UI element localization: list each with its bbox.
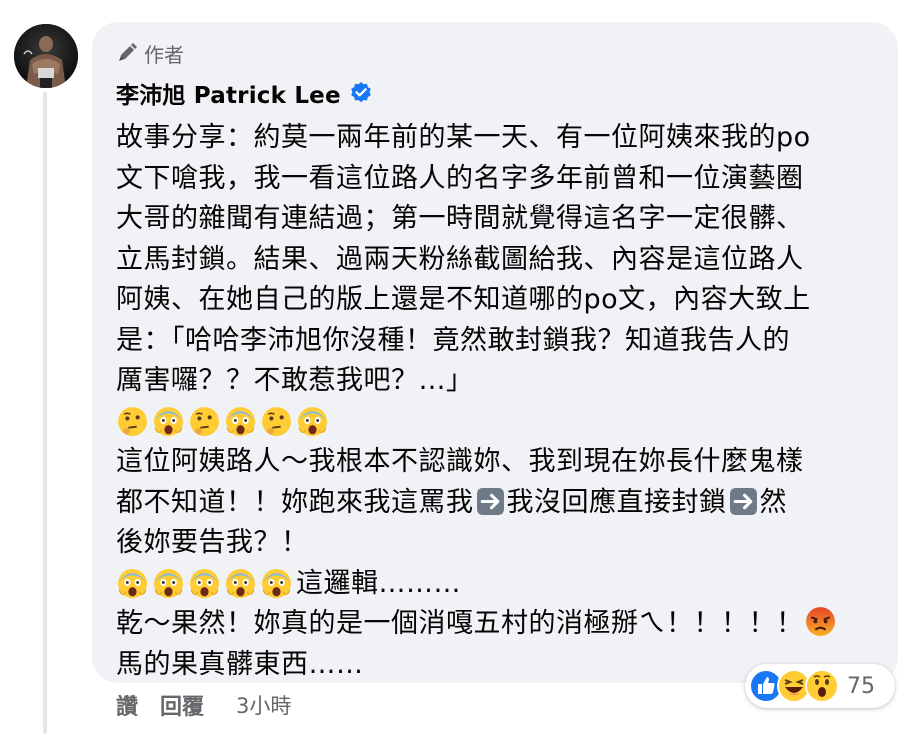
comment-line: 文下嗆我，我一看這位路人的名字多年前曾和一位演藝圈	[116, 162, 804, 194]
comment-text: 都不知道！！妳跑來我這罵我	[116, 486, 474, 518]
comment-body: 故事分享：約莫一兩年前的某一天、有一位阿姨來我的po 文下嗆我，我一看這位路人的…	[116, 118, 886, 685]
comment-line-with-arrows: 都不知道！！妳跑來我這罵我 我沒回應直接封鎖然	[116, 483, 886, 524]
avatar[interactable]	[14, 24, 78, 88]
screaming-face-icon	[190, 569, 219, 599]
thread-line	[43, 92, 47, 734]
author-badge: 作者	[116, 38, 184, 68]
wow-icon	[805, 669, 839, 703]
screaming-face-icon	[154, 407, 183, 437]
comment-actions: 讚 回覆 3小時	[116, 688, 291, 722]
comment-line: 阿姨、在她自己的版上還是不知道哪的po文，內容大致上	[116, 284, 811, 315]
verified-badge-icon	[350, 82, 371, 103]
comment-text: 然	[759, 486, 787, 518]
comment-line-with-emoji: 乾～果然！妳真的是一個消嘎五村的消極掰ㄟ！！！！！	[116, 604, 886, 645]
right-arrow-icon	[729, 487, 757, 515]
comment-line: 是：「哈哈李沛旭你沒種！竟然敢封鎖我？知道我告人的	[116, 324, 790, 356]
screaming-face-icon	[226, 569, 255, 599]
screaming-face-icon	[298, 407, 327, 437]
like-button[interactable]: 讚	[116, 689, 138, 721]
reply-button[interactable]: 回覆	[160, 689, 204, 721]
comment-line: 故事分享：約莫一兩年前的某一天、有一位阿姨來我的po	[116, 122, 811, 153]
angry-face-icon	[805, 607, 835, 636]
comment-line: 這位阿姨路人～我根本不認識妳、我到現在妳長什麼鬼樣	[116, 446, 804, 477]
author-badge-label: 作者	[144, 42, 184, 67]
author-row: 李沛旭 Patrick Lee	[116, 77, 373, 109]
reaction-count: 75	[847, 673, 875, 699]
comment-text: 這邏輯………	[296, 567, 461, 599]
thinking-face-icon	[190, 407, 219, 437]
emoji-row	[116, 402, 886, 443]
comment-line: 厲害囉？？不敢惹我吧？…」	[116, 365, 474, 396]
screaming-face-icon	[226, 407, 255, 437]
emoji-row: 這邏輯………	[116, 564, 886, 605]
comment-text: 我沒回應直接封鎖	[506, 486, 727, 518]
comment-line: 立馬封鎖。結果、過兩天粉絲截圖給我、內容是這位路人	[116, 243, 804, 275]
thinking-face-icon	[118, 407, 147, 437]
comment-line: 大哥的雜聞有連結過；第一時間就覺得這名字一定很髒、	[116, 203, 804, 234]
screaming-face-icon	[262, 569, 291, 599]
pen-icon	[119, 43, 137, 61]
screaming-face-icon	[154, 569, 183, 599]
author-name-link[interactable]: 李沛旭 Patrick Lee	[116, 76, 341, 110]
comment-line: 後妳要告我？！	[116, 527, 309, 558]
thinking-face-icon	[262, 407, 291, 437]
reactions-summary[interactable]: 75	[745, 664, 895, 708]
timestamp-link[interactable]: 3小時	[236, 690, 291, 720]
avatar-image	[14, 24, 78, 88]
comment-text: 乾～果然！妳真的是一個消嘎五村的消極掰ㄟ！！！！！	[116, 608, 804, 639]
screaming-face-icon	[118, 569, 147, 599]
right-arrow-icon	[476, 487, 504, 515]
comment-bubble: 作者 李沛旭 Patrick Lee 故事分享：約莫一兩年前的某一天、有一位阿姨…	[92, 22, 898, 683]
